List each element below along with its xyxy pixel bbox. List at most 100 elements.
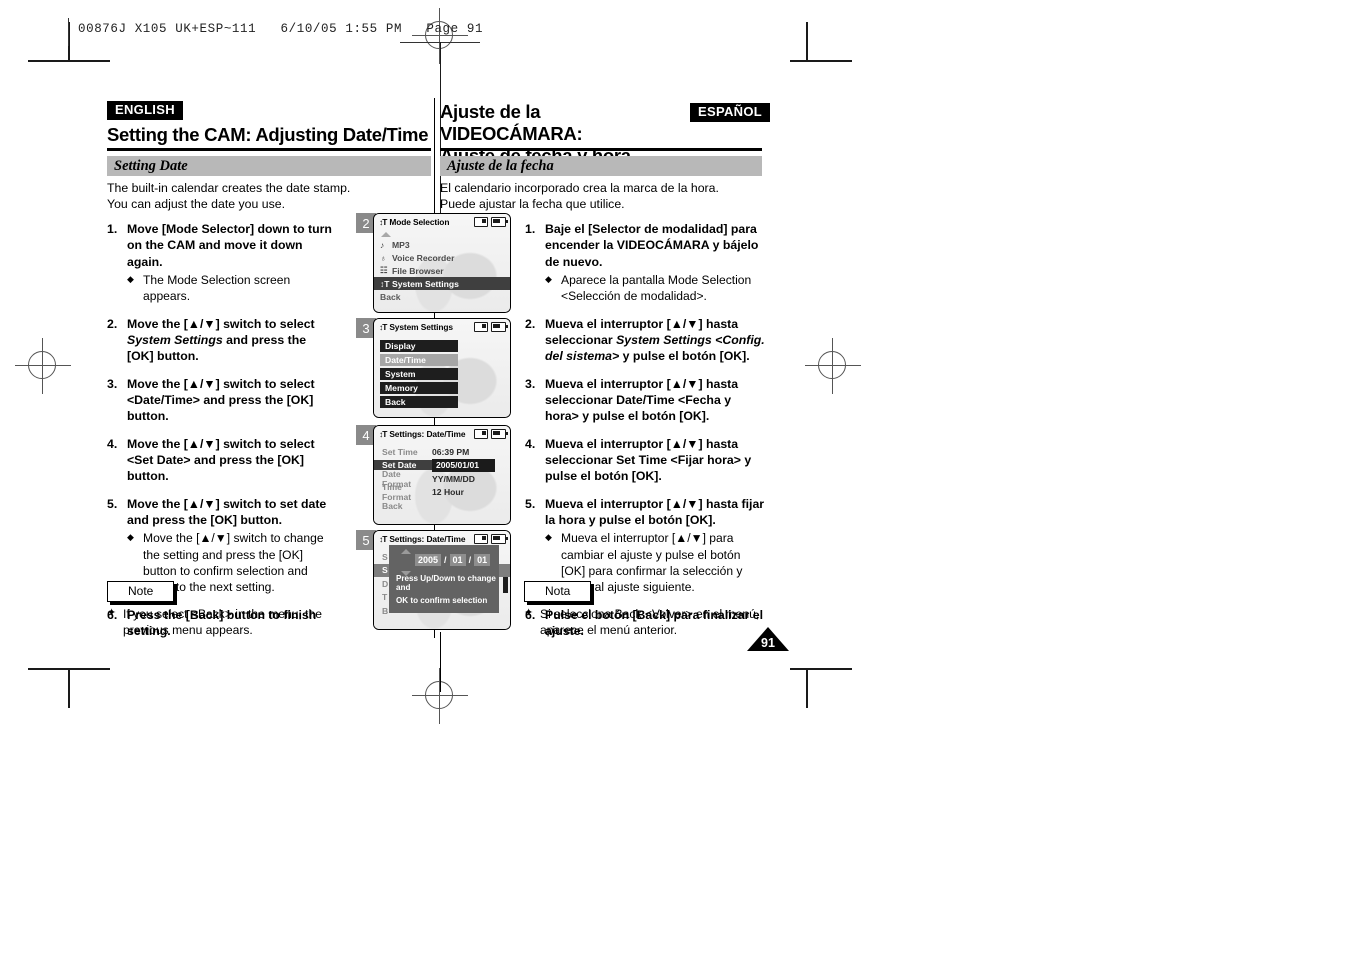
crop-mark-br-h — [790, 668, 852, 670]
spanish-header-rule — [440, 148, 762, 151]
setting-row-back[interactable]: Back — [374, 499, 510, 513]
print-header-text: 00876J X105 UK+ESP~111 6/10/05 1:55 PM P… — [78, 22, 484, 36]
spanish-section-bar: Ajuste de la fecha — [440, 156, 762, 176]
step-sub-text: Mueva el interruptor [▲/▼] para cambiar … — [561, 531, 743, 595]
overlay-hint-line1: Press Up/Down to change and — [396, 574, 496, 592]
month-field[interactable]: 01 — [449, 554, 466, 566]
menu-item-label: MP3 — [392, 239, 410, 250]
menu-item-system-settings[interactable]: ↕T System Settings — [374, 277, 510, 290]
menu-item-label: Date/Time — [385, 354, 426, 365]
menu-item-label: Memory — [385, 382, 418, 393]
step-text: Mueva el interruptor [▲/▼] hasta selecci… — [545, 376, 739, 424]
battery-icon — [491, 321, 508, 332]
memory-card-icon — [474, 216, 488, 227]
date-picker-overlay: 2005 / 01 / 01 Press Up/Down to change a… — [389, 545, 499, 613]
english-section-bar: Setting Date — [107, 156, 431, 176]
settings-icon: ↕T — [379, 428, 387, 439]
spanish-note-box: Nota — [524, 581, 592, 602]
microphone-icon: ♁ — [380, 252, 387, 263]
spanish-page-title-line1: Ajuste de la VIDEOCÁMARA: — [440, 101, 583, 144]
step-text-emphasis: System Settings — [127, 333, 223, 347]
english-intro-line2: You can adjust the date you use. — [107, 197, 285, 212]
scroll-up-arrow-icon[interactable] — [381, 232, 391, 237]
lcd-panel: ↕T Settings: Date/Time S S D T B 2005 / … — [373, 530, 511, 630]
lcd-title: Mode Selection — [389, 216, 450, 227]
menu-item-memory[interactable]: Memory — [380, 381, 458, 394]
step-sub-text: Aparece la pantalla Mode Selection <Sele… — [561, 273, 752, 304]
menu-item-label: System — [385, 368, 416, 379]
lcd-menu-list: ♪ MP3 ♁ Voice Recorder ☷ File Browser ↕T… — [374, 229, 510, 303]
note-bullet-icon: ✦ — [107, 607, 117, 619]
page-number-text: 91 — [761, 636, 775, 650]
spanish-note-text: Si selecciona Back <Volver> en el menú, … — [540, 607, 760, 638]
down-arrow-icon[interactable] — [401, 571, 411, 576]
crop-mark-tr-v — [806, 22, 808, 62]
english-page-title: Setting the CAM: Adjusting Date/Time — [107, 123, 429, 145]
setting-value: 2005/01/01 — [432, 458, 496, 472]
menu-item-back[interactable]: Back — [374, 290, 510, 303]
step-text-pre: Move the [▲/▼] switch to select — [127, 316, 315, 331]
year-field[interactable]: 2005 — [415, 554, 442, 566]
list-item: 1. Baje el [Selector de modalidad] para … — [525, 221, 765, 305]
spanish-language-badge: ESPAÑOL — [690, 103, 770, 122]
menu-item-date-time[interactable]: Date/Time — [380, 353, 458, 366]
step-text: Move the [▲/▼] switch to set date and pr… — [127, 496, 327, 528]
menu-item-display[interactable]: Display — [380, 339, 458, 352]
english-note-box: Note — [107, 581, 175, 602]
lcd-panel: ↕T Settings: Date/Time Set Time 06:39 PM… — [373, 425, 511, 525]
memory-card-icon — [474, 321, 488, 332]
folder-icon: ☷ — [380, 265, 388, 275]
menu-item-back[interactable]: Back — [380, 395, 458, 408]
lcd-title: System Settings — [389, 321, 453, 332]
setting-row-time-format[interactable]: Time Format 12 Hour — [374, 482, 510, 502]
crop-mark-tr-h — [790, 60, 852, 62]
scroll-indicator[interactable] — [503, 577, 508, 593]
step-text: Baje el [Selector de modalidad] para enc… — [545, 222, 759, 269]
list-item: 1. Move [Mode Selector] down to turn on … — [107, 221, 335, 305]
battery-icon — [491, 428, 508, 439]
setting-label: Time Format — [382, 482, 412, 503]
setting-row-set-time[interactable]: Set Time 06:39 PM — [374, 445, 510, 459]
menu-item-voice-recorder[interactable]: ♁ Voice Recorder — [374, 251, 510, 264]
list-item: 2. Move the [▲/▼] switch to select Syste… — [107, 316, 335, 365]
date-separator: / — [444, 555, 447, 565]
setting-value: 06:39 PM — [432, 446, 470, 457]
menu-item-system[interactable]: System — [380, 367, 458, 380]
english-intro-line1: The built-in calendar creates the date s… — [107, 181, 351, 195]
menu-item-label: File Browser — [392, 265, 444, 276]
list-item: 3. Mueva el interruptor [▲/▼] hasta sele… — [525, 376, 765, 425]
step-number: 1. — [525, 222, 536, 236]
day-field[interactable]: 01 — [474, 554, 491, 566]
step-number: 3. — [107, 376, 118, 391]
diamond-bullet-icon: ◆ — [545, 274, 552, 285]
overlay-hint-line2: OK to confirm selection — [396, 596, 488, 605]
list-item: 4. Mueva el interruptor [▲/▼] hasta sele… — [525, 436, 765, 485]
step-text: Mueva el interruptor [▲/▼] hasta selecci… — [545, 436, 752, 484]
menu-item-mp3[interactable]: ♪ MP3 — [374, 238, 510, 251]
fold-line-bottom — [440, 632, 441, 692]
step-sub-text: The Mode Selection screen appears. — [143, 273, 291, 304]
lcd-panel: ↕T System Settings Display Date/Time Sys… — [373, 318, 511, 418]
step-sub-item: ◆ Aparece la pantalla Mode Selection <Se… — [545, 272, 765, 305]
setting-label: Back — [382, 500, 403, 511]
lcd-titlebar: ↕T Mode Selection — [374, 214, 510, 229]
print-bar-tick — [68, 18, 69, 46]
english-section-title: Setting Date — [114, 157, 188, 174]
settings-icon: ↕T — [380, 278, 390, 289]
lcd-titlebar: ↕T Settings: Date/Time — [374, 426, 510, 441]
step-text: Move [Mode Selector] down to turn on the… — [127, 222, 332, 269]
memory-card-icon — [474, 533, 488, 544]
english-note-label: Note — [128, 584, 154, 598]
step-number: 3. — [525, 376, 536, 391]
diamond-bullet-icon: ◆ — [127, 274, 134, 285]
lcd-title: Settings: Date/Time — [389, 533, 466, 544]
list-item: 2. Mueva el interruptor [▲/▼] hasta sele… — [525, 316, 765, 365]
step-sub-item: ◆ The Mode Selection screen appears. — [127, 272, 335, 305]
english-note-text: If you select <Back> in the menu, the pr… — [123, 607, 322, 638]
settings-icon: ↕T — [379, 216, 387, 227]
lcd-settings-list: Set Time 06:39 PM Set Date 2005/01/01 Da… — [374, 441, 510, 513]
menu-item-file-browser[interactable]: ☷ File Browser — [374, 264, 510, 277]
up-arrow-icon[interactable] — [401, 549, 411, 554]
setting-label: Set Time — [382, 446, 418, 457]
step-number: 4. — [525, 436, 536, 451]
